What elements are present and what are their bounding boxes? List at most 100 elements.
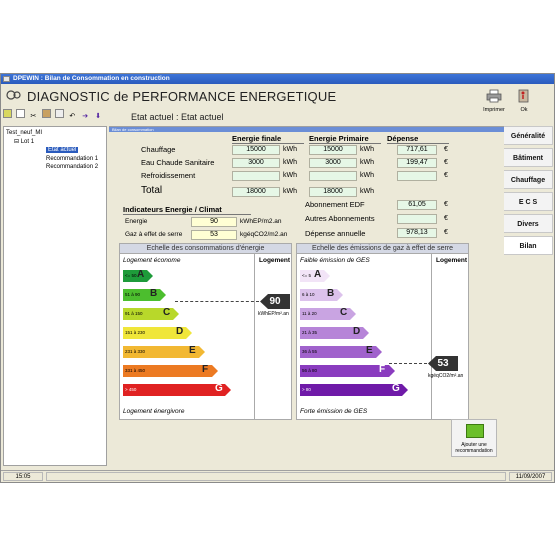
tree-item-lot[interactable]: ⊟ Lot 1 bbox=[6, 138, 104, 147]
ef-unit-3: kWh bbox=[283, 172, 297, 179]
tab-generalite[interactable]: Généralité bbox=[504, 126, 553, 145]
ges-bar-d: 21 à 35 D bbox=[300, 327, 369, 339]
ges-range-label: 6 à 10 bbox=[302, 292, 315, 297]
ges-scale-panel: Echelle des émissions de gaz à effet de … bbox=[296, 243, 469, 420]
ef-refroidissement-field[interactable] bbox=[232, 171, 280, 181]
add-recommendation-button[interactable]: Ajouter une recommandation bbox=[451, 419, 497, 457]
indicateur-energie-field[interactable]: 90 bbox=[191, 217, 237, 227]
ges-range-label: 21 à 35 bbox=[302, 330, 318, 335]
energy-marker-unit: kWhEP/m².an bbox=[258, 311, 289, 317]
ep-total-field[interactable]: 18000 bbox=[309, 187, 357, 197]
energy-bar-d: 151 à 230 D bbox=[123, 327, 192, 339]
energy-bar-b: 51 à 90 B bbox=[123, 289, 166, 301]
ep-unit-2: kWh bbox=[360, 159, 374, 166]
status-time: 15:05 bbox=[3, 472, 43, 481]
energy-class-letter: B bbox=[150, 288, 158, 299]
energy-scale-title: Echelle des consommations d'énergie bbox=[120, 244, 291, 254]
energy-scale-panel: Echelle des consommations d'énergie Loge… bbox=[119, 243, 292, 420]
label-total: Total bbox=[141, 185, 163, 196]
energy-bar-c: 91 à 150 C bbox=[123, 308, 179, 320]
tree-root[interactable]: Test_neuf_MI bbox=[6, 129, 104, 138]
ges-range-label: 36 à 55 bbox=[302, 349, 318, 354]
energy-bar-f: 331 à 450 F bbox=[123, 365, 218, 377]
new-icon[interactable] bbox=[3, 109, 12, 118]
cut-icon[interactable]: ✂ bbox=[29, 112, 38, 121]
tab-bilan[interactable]: Bilan bbox=[504, 236, 553, 255]
ef-ecs-field[interactable]: 3000 bbox=[232, 158, 280, 168]
label-abonnement-edf: Abonnement EDF bbox=[305, 200, 365, 209]
exit-door-icon bbox=[518, 89, 529, 103]
ok-button[interactable]: Ok bbox=[513, 89, 535, 113]
indicateur-ges-field[interactable]: 53 bbox=[191, 230, 237, 240]
energy-class-letter: G bbox=[215, 383, 223, 394]
ges-bar-c: 11 à 20 C bbox=[300, 308, 356, 320]
label-chauffage: Chauffage bbox=[141, 145, 176, 154]
ges-scale-top-text: Faible émission de GES bbox=[300, 257, 370, 264]
copy-icon[interactable] bbox=[15, 109, 25, 118]
page-title: DIAGNOSTIC de PERFORMANCE ENERGETIQUE bbox=[27, 89, 337, 104]
side-tabs: Généralité Bâtiment Chauffage E C S Dive… bbox=[504, 126, 553, 258]
indicateur-ges-unit: kgéqCO2/m2.an bbox=[240, 231, 288, 238]
energy-class-letter: E bbox=[189, 345, 196, 356]
energy-class-letter: A bbox=[137, 269, 145, 280]
ep-chauffage-field[interactable]: 15000 bbox=[309, 145, 357, 155]
tree-lot-label: Lot 1 bbox=[20, 138, 35, 145]
move-down-icon[interactable]: ⬇ bbox=[94, 112, 103, 121]
add-recommendation-label: Ajouter une recommandation bbox=[455, 442, 493, 454]
dep-autres-field[interactable] bbox=[397, 214, 437, 224]
label-ecs: Eau Chaude Sanitaire bbox=[141, 158, 215, 167]
ges-bar-g: > 80 G bbox=[300, 384, 408, 396]
energy-scale-col-label: Logement bbox=[259, 257, 291, 264]
dep-annuelle-field[interactable]: 978,13 bbox=[397, 228, 437, 238]
tab-ecs[interactable]: E C S bbox=[504, 192, 553, 211]
bilan-panel: Bilan de consommation Energie finale Ene… bbox=[109, 126, 504, 471]
ep-ecs-field[interactable]: 3000 bbox=[309, 158, 357, 168]
ef-chauffage-field[interactable]: 15000 bbox=[232, 145, 280, 155]
energy-bar-a: <= 50 A bbox=[123, 270, 153, 282]
dep-currency-2: € bbox=[444, 159, 448, 166]
window-title: DPEWIN : Bilan de Consommation en constr… bbox=[13, 75, 170, 82]
energy-range-label: 231 à 330 bbox=[125, 349, 146, 354]
ges-scale-col-label: Logement bbox=[436, 257, 468, 264]
move-right-icon[interactable]: ➔ bbox=[81, 112, 90, 121]
undo-icon[interactable]: ↶ bbox=[68, 112, 77, 121]
folder-icon bbox=[466, 424, 484, 438]
energy-scale-bottom-text: Logement énergivore bbox=[123, 408, 185, 415]
tree-item-etat-actuel[interactable]: Etat actuel bbox=[46, 147, 79, 153]
energie-finale-header: Energie finale bbox=[232, 134, 304, 144]
energy-range-label: 331 à 450 bbox=[125, 368, 146, 373]
print-button[interactable]: Imprimer bbox=[480, 89, 508, 113]
ep-unit-4: kWh bbox=[360, 188, 374, 195]
status-message bbox=[46, 472, 506, 481]
tree-item-recommandation-1[interactable]: Recommandation 1 bbox=[6, 155, 104, 164]
ges-class-letter: D bbox=[353, 326, 361, 337]
ges-class-letter: C bbox=[340, 307, 348, 318]
ges-class-letter: E bbox=[366, 345, 373, 356]
ep-refroidissement-field[interactable] bbox=[309, 171, 357, 181]
dep-currency-6: € bbox=[444, 229, 448, 236]
ep-unit-1: kWh bbox=[360, 146, 374, 153]
energy-bar-g: > 450 G bbox=[123, 384, 231, 396]
energy-range-label: > 450 bbox=[125, 387, 137, 392]
ges-bar-a: <= 5A bbox=[300, 270, 330, 282]
ef-unit-4: kWh bbox=[283, 188, 297, 195]
tab-chauffage[interactable]: Chauffage bbox=[504, 170, 553, 189]
paste-icon[interactable] bbox=[41, 109, 51, 118]
dep-abonnement-edf-field[interactable]: 61,05 bbox=[397, 200, 437, 210]
ges-class-letter: B bbox=[327, 288, 335, 299]
tree-item-recommandation-2[interactable]: Recommandation 2 bbox=[6, 163, 104, 172]
ges-marker: 53 bbox=[428, 356, 458, 371]
application-window: DPEWIN : Bilan de Consommation en constr… bbox=[0, 73, 555, 483]
dep-ecs-field[interactable]: 199,47 bbox=[397, 158, 437, 168]
ef-total-field[interactable]: 18000 bbox=[232, 187, 280, 197]
energy-range-label: 51 à 90 bbox=[125, 292, 141, 297]
dep-refroidissement-field[interactable] bbox=[397, 171, 437, 181]
energy-scale-top-text: Logement économe bbox=[123, 257, 181, 264]
ges-class-letter: F bbox=[379, 364, 386, 375]
energy-marker: 90 bbox=[260, 294, 290, 309]
tab-divers[interactable]: Divers bbox=[504, 214, 553, 233]
dep-chauffage-field[interactable]: 717,61 bbox=[397, 145, 437, 155]
delete-icon[interactable] bbox=[54, 109, 64, 118]
indicateur-energie-unit: kWhEP/m2.an bbox=[240, 218, 282, 225]
tab-batiment[interactable]: Bâtiment bbox=[504, 148, 553, 167]
